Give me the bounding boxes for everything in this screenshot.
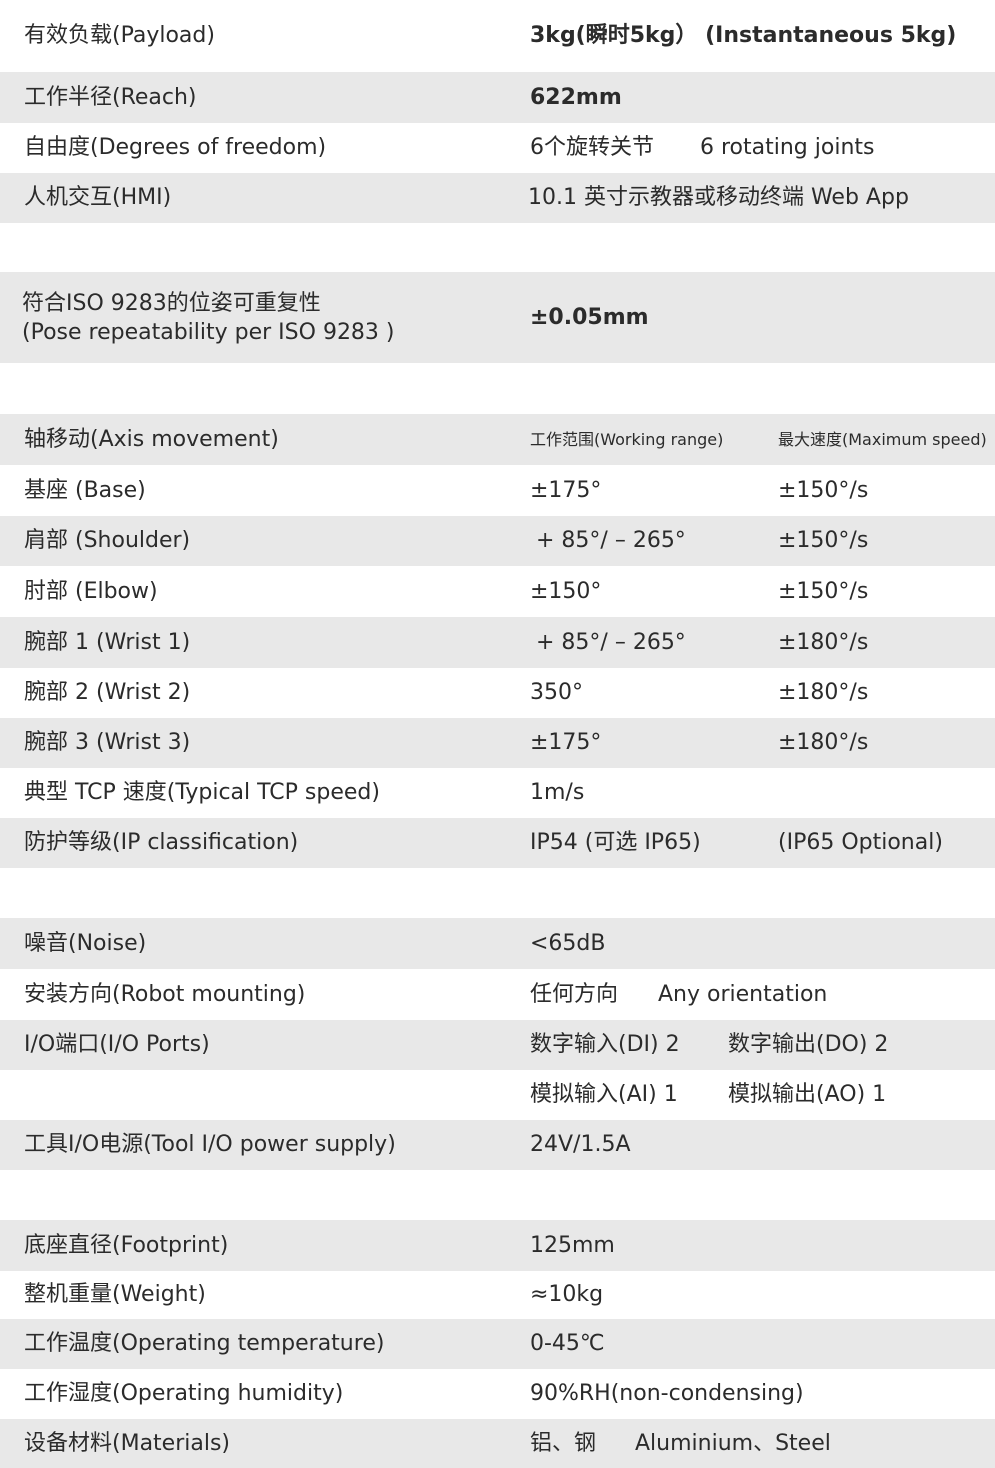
spec-label: 腕部 2 (Wrist 2) [24, 680, 191, 705]
spec-value: ≈10kg [530, 1282, 604, 1307]
spec-row-noise: 噪音(Noise) <65dB [0, 918, 995, 969]
spec-label: 符合ISO 9283的位姿可重复性 (Pose repeatability pe… [22, 289, 395, 347]
spec-value-speed: ±180°/s [778, 730, 869, 755]
spec-row-mounting: 安装方向(Robot mounting) 任何方向 Any orientatio… [0, 969, 995, 1020]
spec-label: 轴移动(Axis movement) [24, 426, 279, 452]
spec-label: 典型 TCP 速度(Typical TCP speed) [24, 780, 380, 805]
spec-label: 有效负载(Payload) [24, 23, 215, 48]
spec-value: IP54 (可选 IP65) [530, 830, 701, 855]
spec-value-en: (IP65 Optional) [778, 830, 943, 855]
spec-value: 90%RH(non-condensing) [530, 1381, 804, 1406]
spec-row-ip: 防护等级(IP classification) IP54 (可选 IP65) (… [0, 818, 995, 868]
spec-label: 设备材料(Materials) [24, 1430, 231, 1456]
spec-row-axis-header: 轴移动(Axis movement) 工作范围(Working range) 最… [0, 414, 995, 465]
spec-row-shoulder: 肩部 (Shoulder) + 85°/ – 265° ±150°/s [0, 516, 995, 566]
spec-value-2: 模拟输出(AO) 1 [728, 1082, 887, 1107]
spec-row-materials: 设备材料(Materials) 铝、钢 Aluminium、Steel [0, 1419, 995, 1468]
spec-value-en: Any orientation [658, 981, 828, 1007]
spec-row-base: 基座 (Base) ±175° ±150°/s [0, 465, 995, 516]
spec-value: 模拟输入(AI) 1 [530, 1082, 678, 1107]
spec-sheet: 有效负载(Payload) 3kg(瞬时5kg） (Instantaneous … [0, 0, 995, 1468]
spec-label: 噪音(Noise) [24, 930, 147, 956]
spec-value: + 85°/ – 265° [536, 528, 686, 553]
spec-label: 腕部 3 (Wrist 3) [24, 730, 191, 755]
spec-value: ±0.05mm [530, 304, 649, 330]
spec-label: 基座 (Base) [24, 477, 146, 503]
column-header-max-speed: 最大速度(Maximum speed) [778, 429, 987, 449]
spec-value-speed: ±180°/s [778, 629, 869, 655]
spec-label: 肘部 (Elbow) [24, 578, 158, 604]
spec-label: 整机重量(Weight) [24, 1282, 206, 1307]
spec-row-io-ports: I/O端口(I/O Ports) 数字输入(DI) 2 数字输出(DO) 2 [0, 1020, 995, 1070]
spec-value: ±175° [530, 477, 602, 503]
spec-row-tcp-speed: 典型 TCP 速度(Typical TCP speed) 1m/s [0, 768, 995, 818]
spec-row-repeatability: 符合ISO 9283的位姿可重复性 (Pose repeatability pe… [0, 272, 995, 363]
spec-value-en: Aluminium、Steel [635, 1430, 831, 1456]
spec-value: 6个旋转关节 [530, 135, 654, 160]
spec-value-speed: ±150°/s [778, 477, 869, 503]
spec-value: ±150° [530, 578, 602, 604]
spec-row-weight: 整机重量(Weight) ≈10kg [0, 1271, 995, 1319]
spec-value: 铝、钢 [530, 1430, 597, 1456]
spec-label-line1: 符合ISO 9283的位姿可重复性 [22, 290, 321, 316]
spec-value: 24V/1.5A [530, 1132, 631, 1157]
spec-label: 防护等级(IP classification) [24, 830, 299, 855]
spec-row-elbow: 肘部 (Elbow) ±150° ±150°/s [0, 566, 995, 617]
spec-value: ±175° [530, 730, 602, 755]
spec-value: 3kg(瞬时5kg） (Instantaneous 5kg) [530, 23, 957, 48]
spec-value: 10.1 英寸示教器或移动终端 Web App [528, 185, 909, 210]
spec-row-temperature: 工作温度(Operating temperature) 0-45℃ [0, 1319, 995, 1369]
spec-value: 0-45℃ [530, 1331, 605, 1356]
spec-label: 工作半径(Reach) [24, 84, 197, 110]
spec-label: 工作温度(Operating temperature) [24, 1331, 385, 1356]
spec-value-speed: ±150°/s [778, 578, 869, 604]
spec-value: 任何方向 [530, 981, 619, 1007]
spec-label-line2: (Pose repeatability per ISO 9283 ) [22, 319, 395, 345]
spec-label: 自由度(Degrees of freedom) [24, 135, 327, 160]
spec-value-2: 数字输出(DO) 2 [728, 1032, 889, 1057]
spec-row-wrist2: 腕部 2 (Wrist 2) 350° ±180°/s [0, 668, 995, 718]
spec-label: 人机交互(HMI) [24, 185, 172, 210]
spec-row-reach: 工作半径(Reach) 622mm [0, 72, 995, 123]
spec-label: 安装方向(Robot mounting) [24, 981, 306, 1007]
spec-value-en: 6 rotating joints [700, 135, 875, 160]
spec-row-wrist1: 腕部 1 (Wrist 1) + 85°/ – 265° ±180°/s [0, 617, 995, 668]
spec-label: 工具I/O电源(Tool I/O power supply) [24, 1132, 396, 1157]
spec-value-speed: ±150°/s [778, 528, 869, 553]
column-header-working-range: 工作范围(Working range) [530, 429, 724, 449]
spec-value: 数字输入(DI) 2 [530, 1032, 680, 1057]
spec-value: 350° [530, 680, 583, 705]
spec-label: 肩部 (Shoulder) [24, 528, 191, 553]
spec-value: + 85°/ – 265° [536, 629, 686, 655]
spec-row-dof: 自由度(Degrees of freedom) 6个旋转关节 6 rotatin… [0, 123, 995, 173]
spec-value: 125mm [530, 1232, 615, 1258]
spec-row-io-ports-analog: 模拟输入(AI) 1 模拟输出(AO) 1 [0, 1070, 995, 1120]
spec-value: <65dB [530, 930, 606, 956]
spec-row-hmi: 人机交互(HMI) 10.1 英寸示教器或移动终端 Web App [0, 173, 995, 223]
spec-label: 工作湿度(Operating humidity) [24, 1381, 344, 1406]
spec-label: I/O端口(I/O Ports) [24, 1032, 210, 1057]
spec-label: 底座直径(Footprint) [24, 1232, 229, 1258]
spec-value-speed: ±180°/s [778, 680, 869, 705]
spec-row-footprint: 底座直径(Footprint) 125mm [0, 1220, 995, 1271]
spec-row-payload: 有效负载(Payload) 3kg(瞬时5kg） (Instantaneous … [0, 0, 995, 72]
spec-row-tool-io-power: 工具I/O电源(Tool I/O power supply) 24V/1.5A [0, 1120, 995, 1170]
spec-row-humidity: 工作湿度(Operating humidity) 90%RH(non-conde… [0, 1369, 995, 1419]
spec-value: 622mm [530, 84, 622, 110]
spec-row-wrist3: 腕部 3 (Wrist 3) ±175° ±180°/s [0, 718, 995, 768]
spec-value: 1m/s [530, 780, 585, 805]
spec-label: 腕部 1 (Wrist 1) [24, 629, 191, 655]
